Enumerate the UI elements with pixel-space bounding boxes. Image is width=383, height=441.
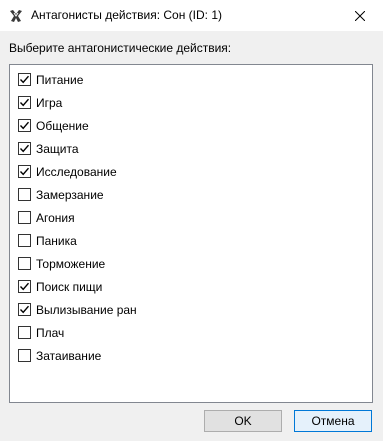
- close-icon: [355, 10, 365, 21]
- list-item[interactable]: Защита: [18, 140, 79, 157]
- list-item[interactable]: Игра: [18, 94, 62, 111]
- list-item[interactable]: Питание: [18, 71, 83, 88]
- list-item[interactable]: Агония: [18, 209, 75, 226]
- checkbox[interactable]: [18, 73, 31, 86]
- checkmark-icon: [19, 144, 30, 153]
- checkbox[interactable]: [18, 188, 31, 201]
- item-label: Вылизывание ран: [36, 302, 137, 317]
- list-item[interactable]: Замерзание: [18, 186, 104, 203]
- list-item[interactable]: Вылизывание ран: [18, 301, 137, 318]
- checkbox[interactable]: [18, 165, 31, 178]
- checkbox[interactable]: [18, 280, 31, 293]
- item-label: Плач: [36, 325, 65, 340]
- checkmark-icon: [19, 121, 30, 130]
- actions-checklist[interactable]: Питание Игра Общение Защита Исследование…: [9, 64, 373, 403]
- item-label: Агония: [36, 210, 75, 225]
- checkbox[interactable]: [18, 257, 31, 270]
- checkmark-icon: [19, 305, 30, 314]
- item-label: Замерзание: [36, 187, 104, 202]
- dialog-window: Антагонисты действия: Сон (ID: 1) Выбери…: [0, 0, 383, 441]
- list-item[interactable]: Плач: [18, 324, 64, 341]
- checkbox[interactable]: [18, 119, 31, 132]
- ok-button[interactable]: OK: [204, 410, 282, 432]
- checkbox[interactable]: [18, 303, 31, 316]
- prompt-label: Выберите антагонистические действия:: [9, 41, 232, 55]
- item-label: Игра: [36, 95, 63, 110]
- item-label: Исследование: [36, 164, 117, 179]
- checkbox[interactable]: [18, 142, 31, 155]
- app-icon: [8, 8, 24, 24]
- item-label: Торможение: [36, 256, 106, 271]
- checkmark-icon: [19, 282, 30, 291]
- item-label: Питание: [36, 72, 84, 87]
- list-item[interactable]: Торможение: [18, 255, 105, 272]
- item-label: Общение: [36, 118, 89, 133]
- item-label: Поиск пищи: [36, 279, 103, 294]
- item-label: Защита: [36, 141, 79, 156]
- checkbox[interactable]: [18, 96, 31, 109]
- list-item[interactable]: Общение: [18, 117, 89, 134]
- list-item[interactable]: Исследование: [18, 163, 117, 180]
- checkmark-icon: [19, 75, 30, 84]
- checkbox[interactable]: [18, 326, 31, 339]
- item-label: Паника: [36, 233, 77, 248]
- checkbox[interactable]: [18, 234, 31, 247]
- cancel-button[interactable]: Отмена: [294, 410, 372, 432]
- checkbox[interactable]: [18, 211, 31, 224]
- checkmark-icon: [19, 167, 30, 176]
- list-item[interactable]: Паника: [18, 232, 77, 249]
- close-button[interactable]: [337, 0, 383, 31]
- item-label: Затаивание: [36, 348, 102, 363]
- list-item[interactable]: Поиск пищи: [18, 278, 102, 295]
- title-bar[interactable]: Антагонисты действия: Сон (ID: 1): [0, 0, 383, 31]
- list-item[interactable]: Затаивание: [18, 347, 101, 364]
- checkmark-icon: [19, 98, 30, 107]
- checkbox[interactable]: [18, 349, 31, 362]
- window-title: Антагонисты действия: Сон (ID: 1): [31, 8, 222, 22]
